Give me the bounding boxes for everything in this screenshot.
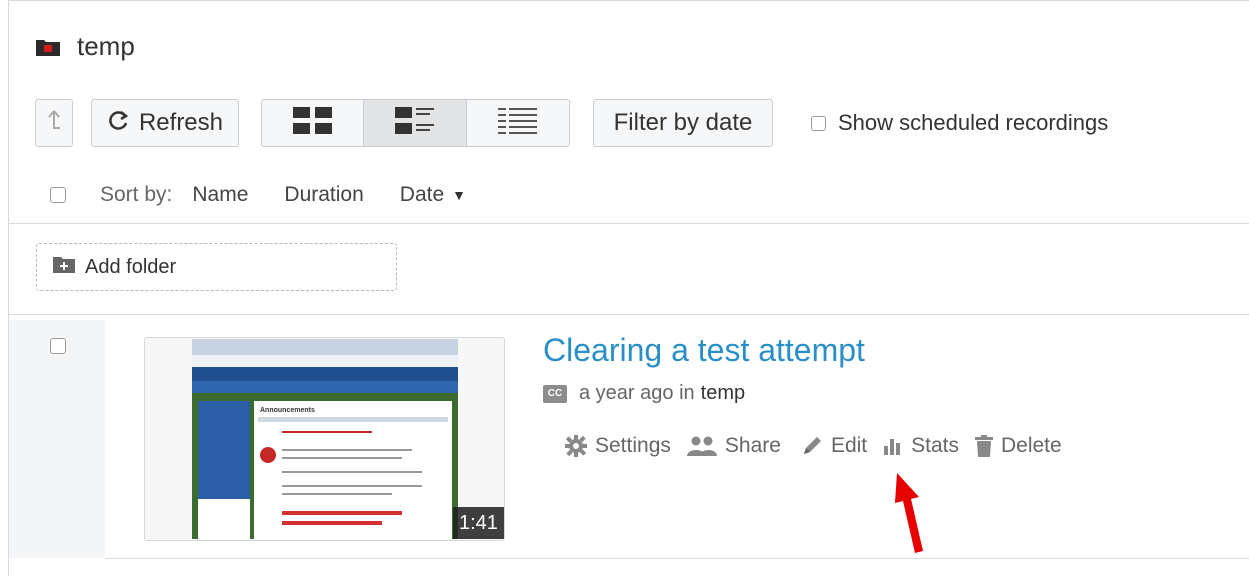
up-folder-button[interactable] [35, 99, 73, 147]
delete-label: Delete [1000, 434, 1062, 457]
row-checkbox[interactable] [50, 338, 66, 354]
list-view-icon [395, 106, 435, 140]
people-icon [686, 436, 717, 456]
thumb-line [282, 457, 402, 459]
thumb-red-text [282, 511, 402, 515]
delete-action[interactable]: Delete [974, 434, 1062, 458]
grid-view-icon [292, 106, 333, 140]
filter-by-date-button[interactable]: Filter by date [593, 99, 773, 147]
thumb-line [282, 471, 422, 473]
trash-icon [974, 435, 993, 457]
recording-age: a year ago in [579, 382, 695, 404]
refresh-icon [107, 108, 129, 139]
grid-view-button[interactable] [261, 99, 364, 147]
folder-view: temp Refresh Filter by date Show schedul… [8, 0, 1249, 576]
stats-label: Stats [911, 434, 959, 457]
scheduled-recordings-label: Show scheduled recordings [838, 110, 1109, 135]
share-label: Share [724, 434, 781, 457]
settings-label: Settings [595, 434, 671, 457]
recording-title-link[interactable]: Clearing a test attempt [543, 332, 865, 369]
sort-by-duration[interactable]: Duration [284, 183, 363, 207]
annotation-arrow-icon [895, 473, 923, 553]
recording-actions: Settings Share Edit Stats Delete [565, 434, 1078, 458]
folder-title-row: temp [35, 31, 135, 62]
detail-view-button[interactable] [467, 99, 570, 147]
thumb-browser-tabs [192, 339, 458, 355]
thumb-line [282, 449, 412, 451]
scheduled-recordings-checkbox[interactable] [811, 115, 826, 131]
list-view-button[interactable] [364, 99, 467, 147]
pencil-icon [801, 435, 823, 457]
cc-icon: CC [543, 384, 567, 403]
thumb-red-text [282, 521, 382, 525]
edit-action[interactable]: Edit [801, 434, 867, 458]
sort-label: Sort by: [100, 183, 173, 206]
thumb-content: Announcements [254, 401, 452, 539]
thumb-url-bar [192, 355, 458, 367]
page-title: temp [77, 31, 135, 61]
up-arrow-icon [47, 108, 61, 139]
view-mode-group [261, 99, 570, 147]
divider [9, 314, 1249, 315]
row-divider [105, 558, 1249, 559]
thumb-heading: Announcements [260, 407, 315, 414]
thumb-line [282, 431, 372, 433]
bar-chart-icon [883, 436, 903, 456]
settings-action[interactable]: Settings [565, 434, 671, 458]
add-folder-label: Add folder [85, 255, 177, 278]
recording-thumbnail-card[interactable]: Announcements 1:41 [144, 337, 505, 541]
recording-folder-link[interactable]: temp [701, 382, 745, 405]
sort-by-date[interactable]: Date [400, 183, 444, 207]
thumb-sidebar-lower [198, 499, 250, 539]
add-folder-button[interactable]: Add folder [36, 243, 397, 291]
sort-by-name[interactable]: Name [192, 183, 248, 207]
edit-label: Edit [830, 434, 868, 457]
toolbar: Refresh Filter by date Show scheduled re… [35, 98, 1108, 148]
scheduled-recordings-toggle[interactable]: Show scheduled recordings [811, 110, 1108, 136]
row-selection-strip [9, 320, 105, 558]
sort-descending-icon[interactable]: ▼ [452, 187, 466, 203]
folder-icon [35, 37, 61, 57]
refresh-label: Refresh [138, 109, 224, 136]
thumb-top-nav [192, 367, 458, 381]
thumb-line [282, 493, 392, 495]
share-action[interactable]: Share [686, 434, 781, 458]
add-folder-icon [53, 255, 75, 279]
thumb-warning-icon [260, 447, 276, 463]
thumb-bar [258, 417, 448, 422]
thumb-line [282, 485, 422, 487]
select-all-checkbox[interactable] [50, 187, 66, 203]
stats-action[interactable]: Stats [883, 434, 959, 458]
duration-badge: 1:41 [453, 507, 504, 539]
refresh-button[interactable]: Refresh [91, 99, 239, 147]
detail-view-icon [498, 107, 538, 139]
recording-thumbnail[interactable]: Announcements [192, 339, 458, 539]
thumb-nav-tabs [192, 381, 458, 393]
folder-header: temp Refresh Filter by date Show schedul… [9, 1, 1249, 224]
recording-meta: CC a year ago in temp [543, 382, 745, 405]
gear-icon [565, 435, 587, 457]
sort-bar: Sort by: Name Duration Date ▼ [50, 183, 466, 207]
